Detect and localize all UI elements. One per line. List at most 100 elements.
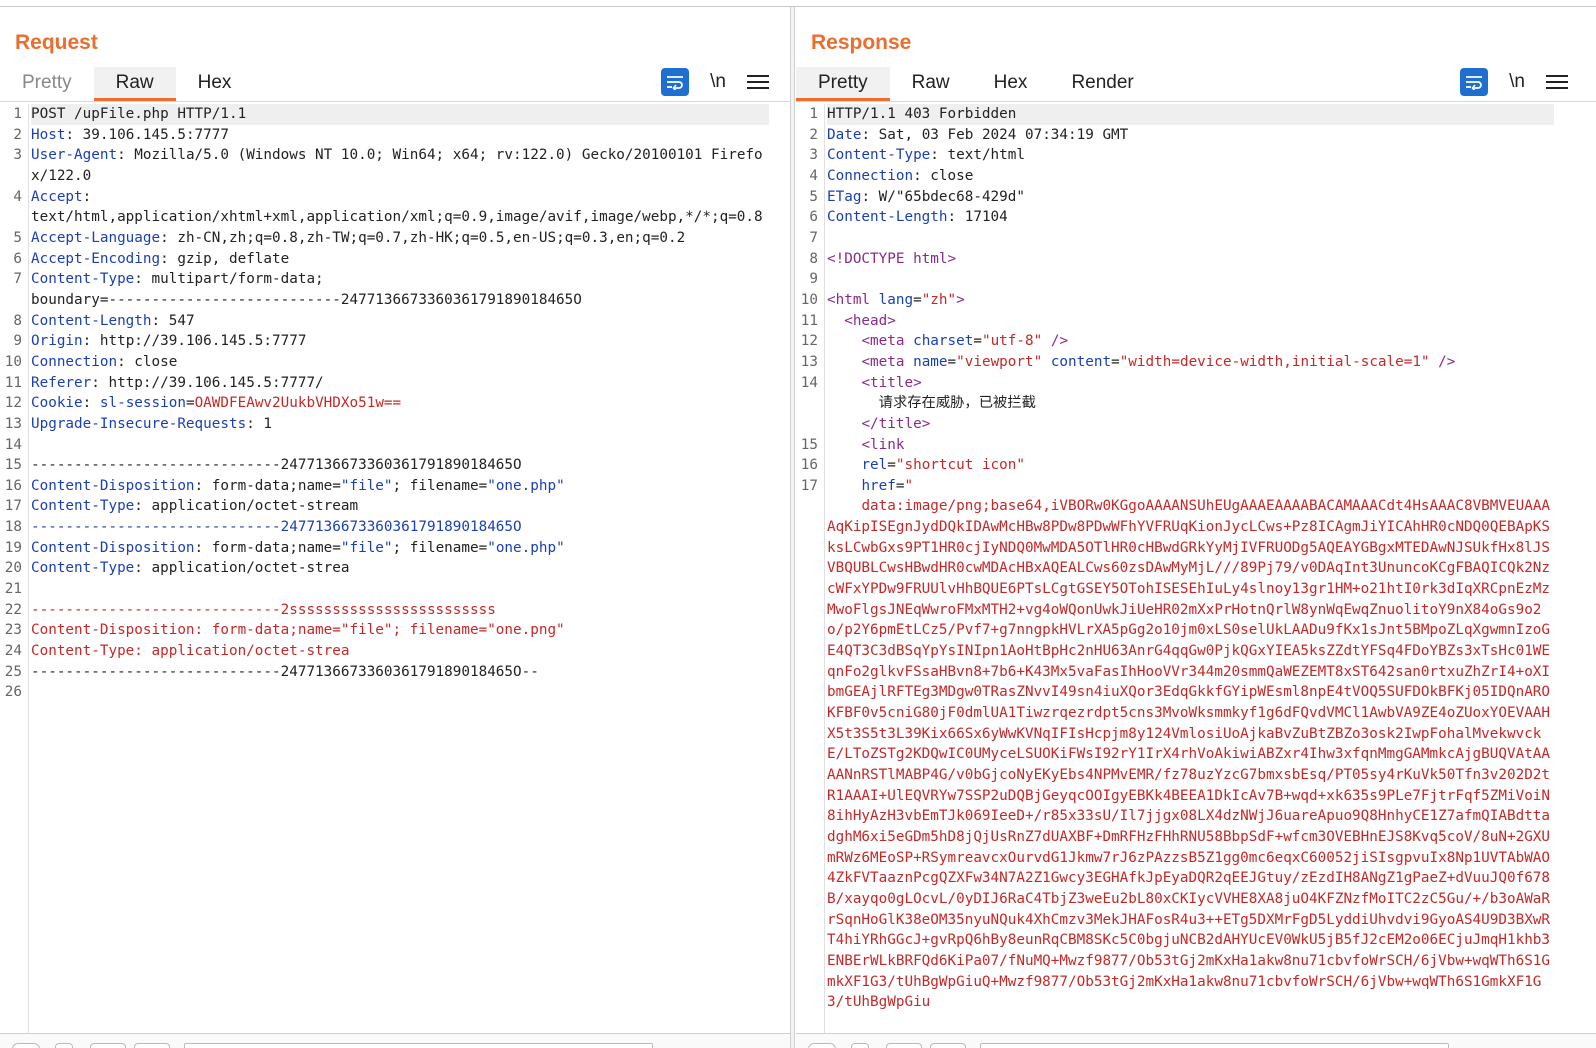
code-line: 13 <meta name="viewport" content="width=…: [796, 352, 1596, 373]
token: "utf-8": [981, 333, 1043, 350]
pane-divider[interactable]: [790, 7, 795, 1048]
forward-button[interactable]: [930, 1043, 966, 1048]
code-line: 1 HTTP/1.1 403 Forbidden: [796, 104, 1596, 125]
back-button[interactable]: [886, 1043, 922, 1048]
line-text: [31, 682, 769, 703]
search-input[interactable]: [980, 1043, 1449, 1048]
line-text: Content-Disposition: form-data;name="fil…: [31, 538, 769, 559]
line-number: 7: [809, 229, 818, 246]
tab-raw[interactable]: Raw: [890, 67, 972, 101]
token: User-Agent: [31, 147, 118, 164]
token: <meta: [827, 333, 914, 350]
token: "zh": [921, 291, 957, 308]
line-number: 12: [800, 333, 818, 350]
line-text: Content-Length: 17104: [827, 207, 1554, 228]
token: </title>: [827, 415, 931, 432]
token: : W/"65bdec68-429d": [861, 188, 1025, 205]
tab-render[interactable]: Render: [1049, 67, 1155, 101]
line-text: <!DOCTYPE html>: [827, 249, 1554, 270]
code-line: 6 Accept-Encoding: gzip, deflate: [0, 249, 790, 270]
line-number: 23: [4, 622, 22, 639]
code-line: 19 Content-Disposition: form-data;name="f…: [0, 538, 790, 559]
line-text: Content-Type: text/html: [827, 145, 1554, 166]
line-text: <head>: [827, 311, 1554, 332]
code-line: 4 Accept: text/html,application/xhtml+xml…: [0, 187, 790, 228]
token: <title>: [861, 374, 922, 391]
line-number: 11: [4, 374, 22, 391]
token: =: [947, 353, 957, 370]
tab-hex[interactable]: Hex: [176, 67, 254, 101]
request-title: Request: [15, 31, 98, 54]
code-line: 2 Host: 39.106.145.5:7777: [0, 125, 790, 146]
line-text: Content-Type: application/octet-strea: [31, 641, 769, 662]
settings-icon[interactable]: [55, 1043, 73, 1048]
line-number: 2: [13, 126, 22, 143]
response-pane: Response Pretty Raw Hex Render \n 1 HTTP/…: [796, 7, 1596, 1048]
word-wrap-icon[interactable]: [1460, 68, 1488, 96]
search-input[interactable]: [184, 1043, 653, 1048]
token: "one.php": [487, 539, 565, 556]
newline-toggle[interactable]: \n: [1502, 71, 1532, 93]
line-number: 5: [13, 229, 22, 246]
token: : application/octet-strea: [134, 560, 350, 577]
line-text: <title> 请求存在威胁，已被拦截 </title>: [827, 373, 1554, 435]
word-wrap-icon[interactable]: [661, 68, 689, 96]
code-line: 9: [796, 269, 1596, 290]
code-line: 10 <html lang="zh">: [796, 290, 1596, 311]
code-line: 12 <meta charset="utf-8" />: [796, 331, 1596, 352]
token: Content-Disposition: form-data;name="fil…: [31, 622, 565, 639]
line-number: 2: [809, 126, 818, 143]
code-line: 11 <head>: [796, 311, 1596, 332]
menu-icon[interactable]: [1546, 75, 1568, 89]
newline-toggle[interactable]: \n: [703, 71, 733, 93]
token: href: [827, 477, 896, 494]
line-text: Accept: text/html,application/xhtml+xml,…: [31, 187, 769, 228]
code-line: 21: [0, 579, 790, 600]
token: HTTP/1.1 403 Forbidden: [827, 106, 1017, 122]
line-text: Content-Length: 547: [31, 311, 769, 332]
menu-icon[interactable]: [747, 75, 769, 89]
help-icon[interactable]: [808, 1043, 836, 1048]
request-editor[interactable]: 1 POST /upFile.php HTTP/1.1 2 Host: 39.106.…: [0, 104, 790, 1034]
token: =: [185, 395, 195, 412]
forward-button[interactable]: [134, 1043, 170, 1048]
line-number: 26: [4, 684, 22, 701]
line-number: 7: [13, 271, 22, 288]
tab-rule: [0, 101, 790, 102]
tab-pretty[interactable]: Pretty: [796, 67, 890, 101]
line-number: 4: [13, 188, 22, 205]
code-line: 14 <title> 请求存在威胁，已被拦截 </title>: [796, 373, 1596, 435]
request-pane: Request Pretty Raw Hex \n 1 POST /upFile.…: [0, 7, 790, 1048]
token: : 39.106.145.5:7777: [65, 126, 229, 143]
code-line: 7: [796, 228, 1596, 249]
line-text: [31, 435, 769, 456]
line-number: 13: [800, 353, 818, 370]
token: : zh-CN,zh;q=0.8,zh-TW;q=0.7,zh-HK;q=0.5…: [160, 229, 686, 246]
line-text: <meta charset="utf-8" />: [827, 331, 1554, 352]
token: =: [973, 333, 982, 350]
line-text: Content-Disposition: form-data;name="fil…: [31, 476, 769, 497]
response-editor[interactable]: 1 HTTP/1.1 403 Forbidden 2 Date: Sat, 03 Fe…: [796, 104, 1596, 1034]
code-line: 6 Content-Length: 17104: [796, 207, 1596, 228]
token: : 17104: [947, 209, 1008, 226]
help-icon[interactable]: [12, 1043, 40, 1048]
token: :: [82, 395, 100, 412]
line-text: -----------------------------24771366733…: [31, 455, 769, 476]
tab-raw[interactable]: Raw: [93, 67, 176, 101]
settings-icon[interactable]: [851, 1043, 869, 1048]
token: ": [904, 477, 914, 494]
code-line: 2 Date: Sat, 03 Feb 2024 07:34:19 GMT: [796, 125, 1596, 146]
line-text: Host: 39.106.145.5:7777: [31, 125, 769, 146]
tab-hex[interactable]: Hex: [972, 67, 1050, 101]
line-number: 1: [809, 106, 818, 122]
token: : text/html: [930, 147, 1025, 164]
token: Accept: [31, 188, 83, 205]
token: -----------------------------24771366733…: [31, 519, 522, 536]
tab-pretty[interactable]: Pretty: [0, 67, 94, 101]
code-line: 3 User-Agent: Mozilla/5.0 (Windows NT 10.…: [0, 145, 790, 186]
line-text: ETag: W/"65bdec68-429d": [827, 187, 1554, 208]
token: Upgrade-Insecure-Requests: [31, 415, 247, 432]
line-text: User-Agent: Mozilla/5.0 (Windows NT 10.0…: [31, 145, 769, 186]
back-button[interactable]: [90, 1043, 126, 1048]
